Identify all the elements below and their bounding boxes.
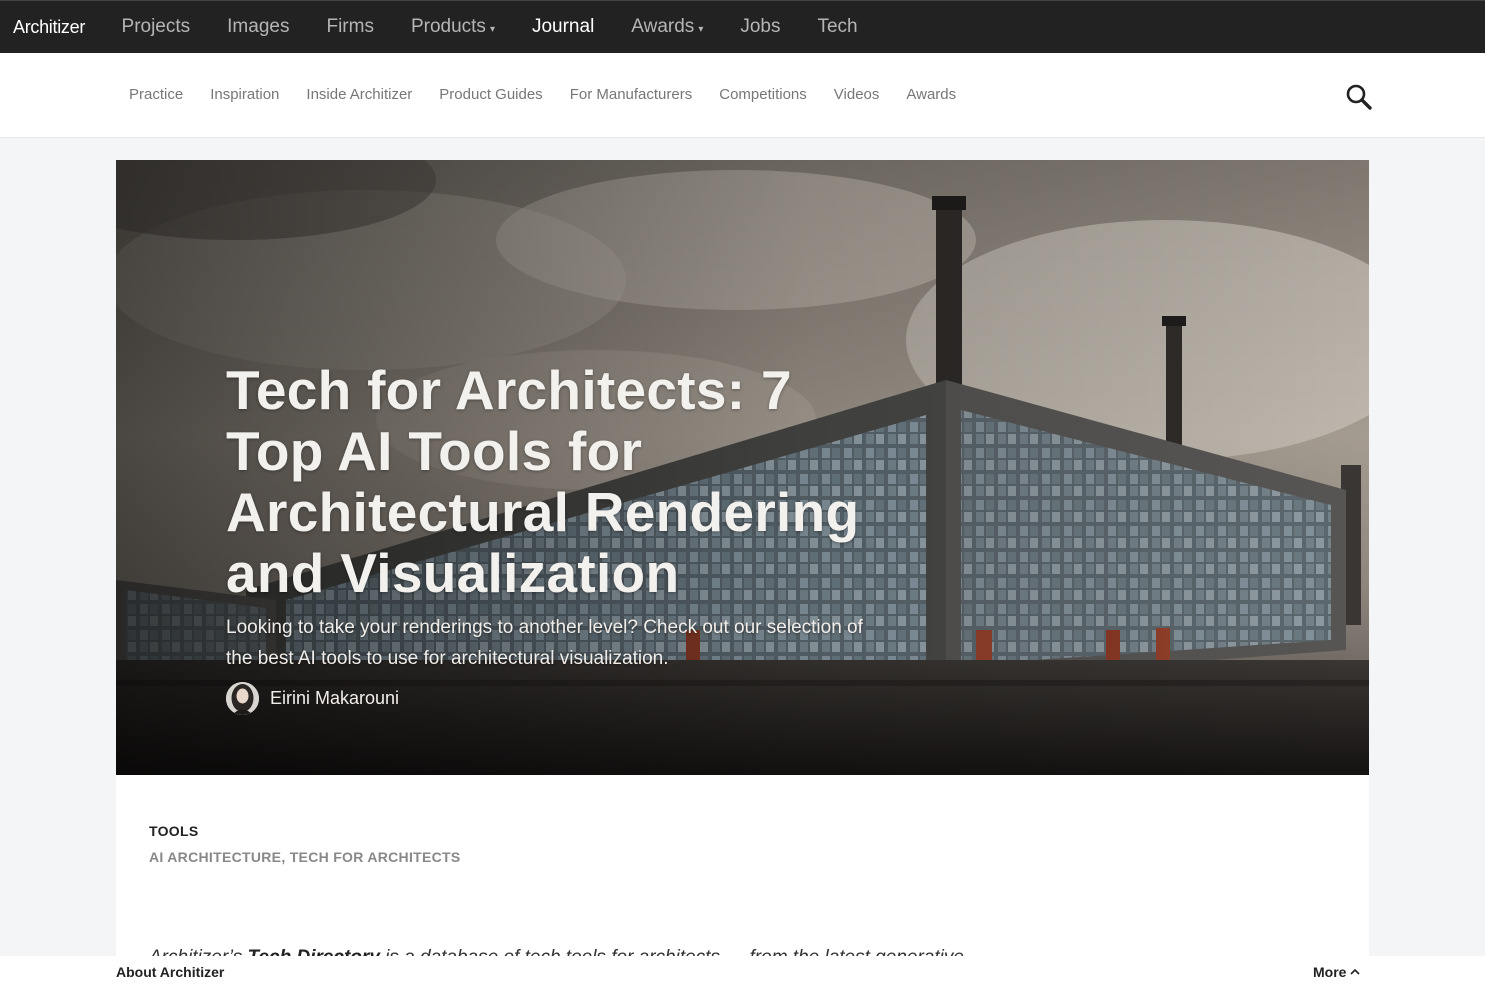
- journal-sub-navigation: Practice Inspiration Inside Architizer Prod…: [0, 53, 1485, 138]
- sub-nav-inside-architizer[interactable]: Inside Architizer: [306, 86, 412, 103]
- hero-banner[interactable]: Tech for Architects: 7 Top AI Tools for …: [116, 160, 1369, 775]
- top-navigation: Architizer Projects Images Firms Products ▾ J…: [0, 0, 1485, 53]
- nav-item-images[interactable]: Images: [227, 16, 289, 38]
- nav-item-products[interactable]: Products ▾: [411, 16, 495, 38]
- architizer-logo[interactable]: Architizer: [13, 17, 85, 38]
- search-icon[interactable]: [1345, 83, 1373, 111]
- nav-item-jobs[interactable]: Jobs: [740, 16, 780, 38]
- more-label: More: [1313, 964, 1347, 980]
- sub-nav-items: Practice Inspiration Inside Architizer Prod…: [129, 86, 983, 103]
- nav-item-tech[interactable]: Tech: [817, 16, 857, 38]
- caret-down-icon: ▾: [698, 23, 704, 35]
- nav-item-label: Jobs: [740, 16, 781, 37]
- nav-item-label: Products: [410, 16, 486, 37]
- chevron-up-icon: [1350, 968, 1361, 975]
- nav-item-awards[interactable]: Awards ▾: [631, 16, 703, 38]
- caret-down-icon: ▾: [489, 23, 495, 35]
- nav-item-journal[interactable]: Journal: [532, 16, 594, 38]
- article-title: Tech for Architects: 7 Top AI Tools for …: [226, 359, 860, 604]
- sub-nav-videos[interactable]: Videos: [834, 86, 880, 103]
- sub-nav-inspiration[interactable]: Inspiration: [210, 86, 279, 103]
- sub-nav-product-guides[interactable]: Product Guides: [439, 86, 542, 103]
- footer-bar: About Architizer More: [0, 956, 1485, 990]
- sub-nav-awards[interactable]: Awards: [906, 86, 956, 103]
- article-subtitle: Looking to take your renderings to anoth…: [226, 617, 863, 669]
- author-name[interactable]: Eirini Makarouni: [270, 688, 399, 709]
- author-avatar[interactable]: [226, 682, 259, 715]
- more-toggle[interactable]: More: [1313, 964, 1361, 980]
- nav-item-label: Firms: [326, 16, 374, 37]
- sub-nav-competitions[interactable]: Competitions: [719, 86, 807, 103]
- nav-item-firms[interactable]: Firms: [326, 16, 373, 38]
- article-category[interactable]: TOOLS: [149, 823, 198, 839]
- nav-item-label: Projects: [121, 16, 191, 37]
- author-byline[interactable]: Eirini Makarouni: [226, 682, 399, 715]
- nav-item-label: Images: [227, 16, 290, 37]
- tag-tech-for-architects[interactable]: TECH FOR ARCHITECTS: [290, 849, 461, 865]
- article-tags: AI ARCHITECTURE, TECH FOR ARCHITECTS: [149, 849, 461, 865]
- tag-separator: ,: [281, 849, 290, 865]
- top-nav-items: Projects Images Firms Products ▾ Journal Award…: [103, 16, 876, 38]
- nav-item-projects[interactable]: Projects: [122, 16, 191, 38]
- sub-nav-practice[interactable]: Practice: [129, 86, 183, 103]
- about-architizer-link[interactable]: About Architizer: [116, 964, 224, 980]
- tag-ai-architecture[interactable]: AI ARCHITECTURE: [149, 849, 281, 865]
- nav-item-label: Tech: [817, 16, 858, 37]
- nav-item-label: Awards: [631, 16, 695, 37]
- nav-item-label: Journal: [531, 16, 595, 37]
- sub-nav-for-manufacturers[interactable]: For Manufacturers: [570, 86, 693, 103]
